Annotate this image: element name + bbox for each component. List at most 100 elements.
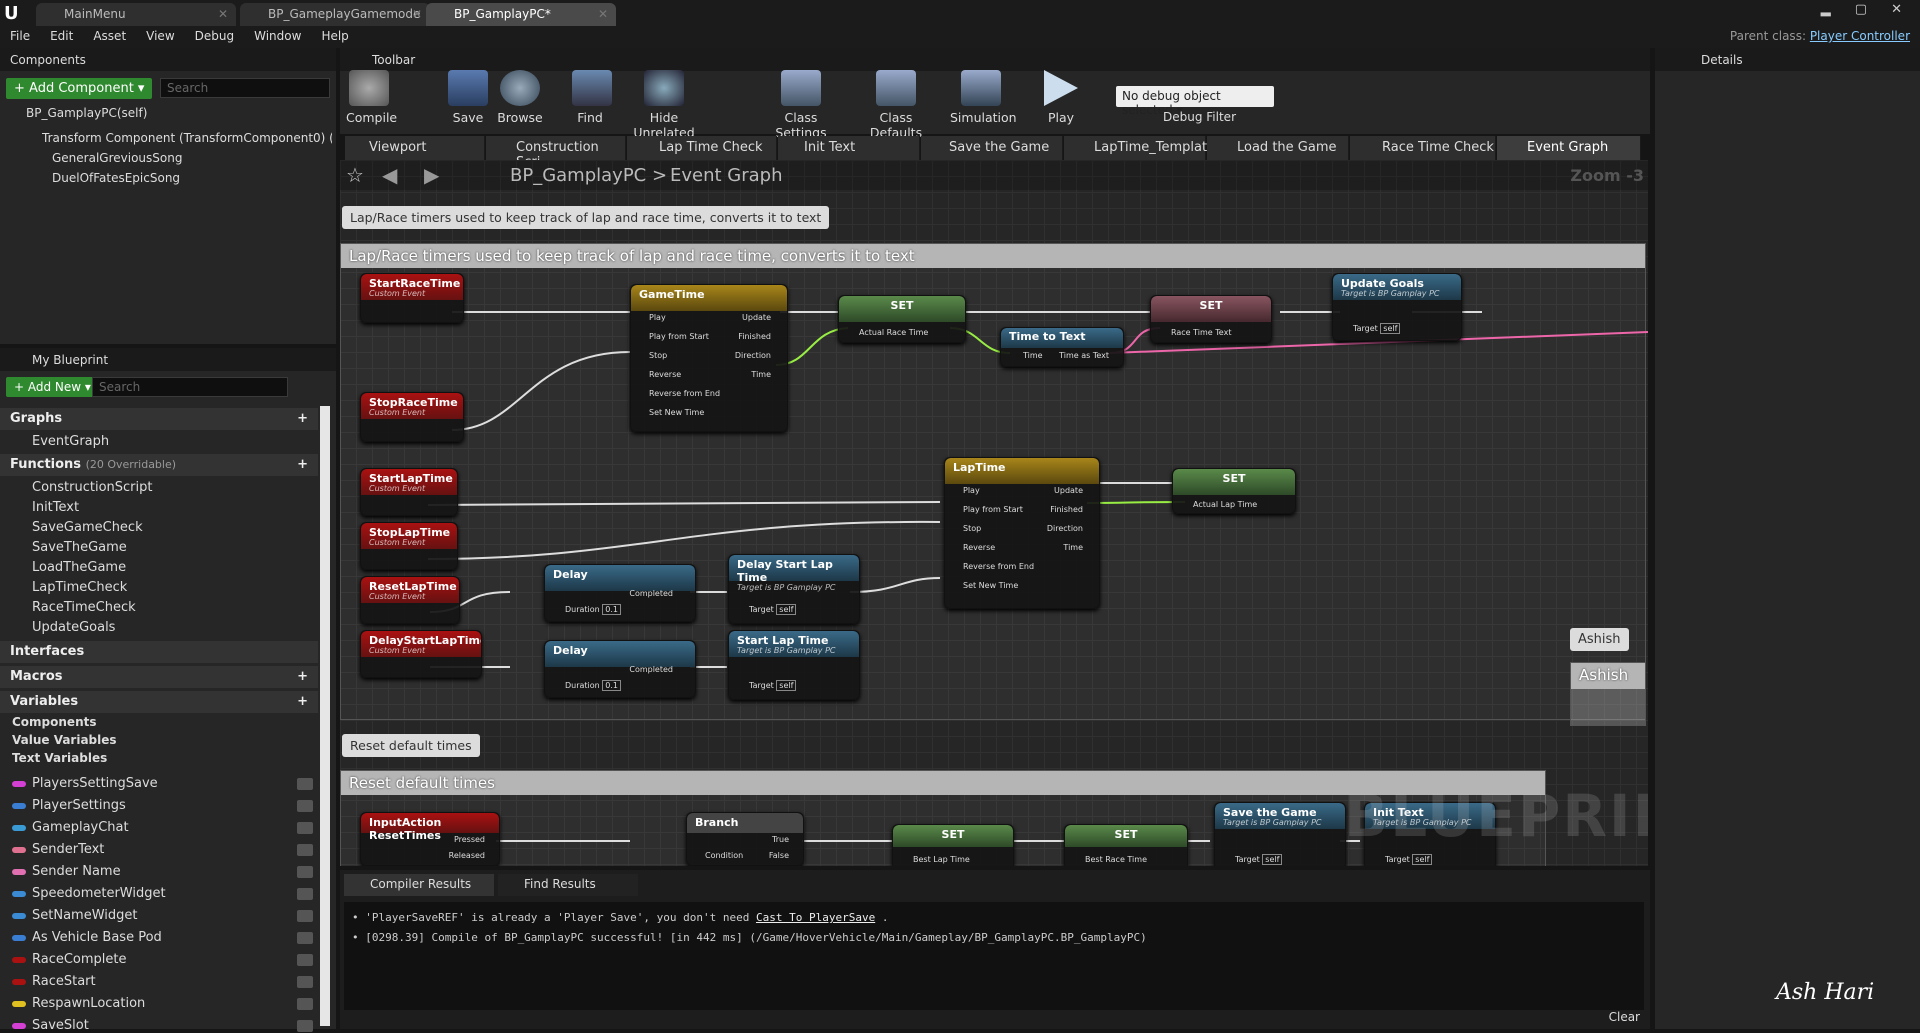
cast-link[interactable]: Cast To PlayerSave: [756, 911, 875, 924]
visibility-eye-icon[interactable]: [297, 976, 313, 988]
graph-eventgraph[interactable]: EventGraph: [32, 434, 109, 449]
variable-type-icon: [12, 846, 26, 853]
variable-item[interactable]: Sender Name: [12, 864, 313, 879]
tab-construction-script[interactable]: Construction Scri: [486, 136, 626, 170]
tab-laptime-template[interactable]: LapTime_Templat: [1064, 136, 1207, 160]
functions-category[interactable]: Functions (20 Overridable) +: [0, 454, 318, 476]
components-search-input[interactable]: Search: [160, 78, 330, 98]
variable-item[interactable]: As Vehicle Base Pod: [12, 930, 313, 945]
macros-category[interactable]: Macros +: [0, 666, 318, 688]
my-blueprint-header: My Blueprint: [0, 348, 336, 371]
variable-item[interactable]: SpeedometerWidget: [12, 886, 313, 901]
menu-window[interactable]: Window: [244, 26, 311, 46]
graphs-category[interactable]: Graphs +: [0, 408, 318, 430]
debug-object-select[interactable]: No debug object selected ▾: [1116, 86, 1274, 117]
component-song-1[interactable]: GeneralGreviousSong: [52, 151, 182, 165]
class-settings-icon: [781, 70, 821, 106]
visibility-eye-icon[interactable]: [297, 888, 313, 900]
class-settings-button[interactable]: Class Settings: [760, 70, 842, 140]
function-item[interactable]: SaveGameCheck: [32, 520, 143, 535]
node-save-the-game[interactable]: Save the Game Target is BP Gamplay PC Targ…: [1214, 802, 1346, 866]
tab-mainmenu[interactable]: MainMenu ✕: [36, 3, 236, 26]
function-item[interactable]: SaveTheGame: [32, 540, 127, 555]
menu-edit[interactable]: Edit: [40, 26, 83, 46]
visibility-eye-icon[interactable]: [297, 800, 313, 812]
tab-race-time-check[interactable]: Race Time Check: [1350, 136, 1496, 160]
function-item[interactable]: ConstructionScript: [32, 480, 152, 495]
function-item[interactable]: InitText: [32, 500, 79, 515]
menu-asset[interactable]: Asset: [83, 26, 136, 46]
node-branch[interactable]: Branch Condition True False: [686, 812, 804, 866]
close-icon[interactable]: ✕: [218, 7, 228, 21]
set-best-race-time[interactable]: SET Best Race Time: [1064, 824, 1188, 866]
function-item[interactable]: UpdateGoals: [32, 620, 115, 635]
component-song-2[interactable]: DuelOfFatesEpicSong: [52, 171, 180, 185]
function-item[interactable]: RaceTimeCheck: [32, 600, 136, 615]
tab-bp-gamplaypc[interactable]: BP_GamplayPC* ✕: [426, 3, 616, 26]
visibility-eye-icon[interactable]: [297, 954, 313, 966]
variable-item[interactable]: SenderText: [12, 842, 313, 857]
tab-viewport[interactable]: Viewport: [345, 136, 485, 160]
visibility-eye-icon[interactable]: [297, 778, 313, 790]
variable-item[interactable]: PlayersSettingSave: [12, 776, 313, 791]
compile-button[interactable]: Compile: [346, 70, 397, 125]
tab-init-text[interactable]: Init Text: [778, 136, 920, 160]
tab-save-the-game[interactable]: Save the Game: [921, 136, 1063, 160]
play-button[interactable]: Play: [1040, 70, 1082, 125]
visibility-eye-icon[interactable]: [297, 910, 313, 922]
menu-help[interactable]: Help: [311, 26, 358, 46]
set-best-lap-time[interactable]: SET Best Lap Time: [892, 824, 1014, 866]
variable-item[interactable]: SetNameWidget: [12, 908, 313, 923]
variable-item[interactable]: PlayerSettings: [12, 798, 313, 813]
tab-event-graph[interactable]: Event Graph: [1497, 136, 1641, 160]
compiler-results-panel: Compiler Results Find Results • 'PlayerS…: [340, 870, 1650, 1029]
visibility-eye-icon[interactable]: [297, 844, 313, 856]
visibility-eye-icon[interactable]: [297, 932, 313, 944]
var-category-text[interactable]: Text Variables: [12, 751, 107, 765]
menu-file[interactable]: File: [0, 26, 40, 46]
variable-type-icon: [12, 1000, 26, 1007]
simulation-button[interactable]: Simulation: [950, 70, 1017, 125]
menu-debug[interactable]: Debug: [185, 26, 244, 46]
var-category-components[interactable]: Components: [12, 715, 97, 729]
variable-item[interactable]: RespawnLocation: [12, 996, 313, 1011]
graph-canvas[interactable]: ☆ ◀ ▶ BP_GamplayPC > Event Graph Zoom -3…: [340, 160, 1648, 866]
add-new-button[interactable]: + Add New ▾: [6, 377, 99, 397]
variable-item[interactable]: SaveSlot: [12, 1018, 313, 1033]
add-component-button[interactable]: + Add Component ▾: [6, 78, 153, 99]
tab-find-results[interactable]: Find Results: [498, 874, 638, 896]
tab-bp-gameplaygamemode[interactable]: BP_GameplayGamemode ✕: [240, 3, 430, 26]
tab-load-the-game[interactable]: Load the Game: [1207, 136, 1349, 160]
component-transform[interactable]: Transform Component (TransformComponent0…: [42, 131, 332, 145]
function-item[interactable]: LapTimeCheck: [32, 580, 127, 595]
close-icon[interactable]: ✕: [598, 7, 608, 21]
close-icon[interactable]: ✕: [412, 7, 422, 21]
panel-scrollbar[interactable]: [320, 406, 330, 1026]
visibility-eye-icon[interactable]: [297, 866, 313, 878]
visibility-eye-icon[interactable]: [297, 998, 313, 1010]
window-controls[interactable]: ▂ ▢ ✕: [1821, 2, 1912, 17]
function-item[interactable]: LoadTheGame: [32, 560, 126, 575]
variable-item[interactable]: RaceComplete: [12, 952, 313, 967]
component-root[interactable]: BP_GamplayPC(self): [26, 106, 147, 120]
visibility-eye-icon[interactable]: [297, 822, 313, 834]
components-panel: Components + Add Component ▾ Search BP_G…: [0, 48, 336, 344]
menu-view[interactable]: View: [136, 26, 184, 46]
interfaces-category[interactable]: Interfaces: [0, 641, 318, 663]
clear-button[interactable]: Clear: [1609, 1010, 1640, 1024]
browse-button[interactable]: Browse: [496, 70, 544, 125]
event-input-reset-times[interactable]: InputAction ResetTimes Pressed Released: [360, 812, 500, 866]
tab-lap-time-check[interactable]: Lap Time Check: [627, 136, 777, 160]
save-button[interactable]: Save: [448, 70, 488, 125]
variable-item[interactable]: RaceStart: [12, 974, 313, 989]
tab-compiler-results[interactable]: Compiler Results: [344, 874, 494, 896]
find-button[interactable]: Find: [572, 70, 612, 125]
parent-class-link[interactable]: Player Controller: [1810, 29, 1910, 43]
blueprint-search-input[interactable]: Search: [92, 377, 288, 397]
class-defaults-button[interactable]: Class Defaults: [855, 70, 937, 140]
var-category-value[interactable]: Value Variables: [12, 733, 117, 747]
visibility-eye-icon[interactable]: [297, 1020, 313, 1032]
hide-unrelated-button[interactable]: Hide Unrelated: [622, 70, 706, 140]
variable-item[interactable]: GameplayChat: [12, 820, 313, 835]
variables-category[interactable]: Variables +: [0, 691, 318, 713]
